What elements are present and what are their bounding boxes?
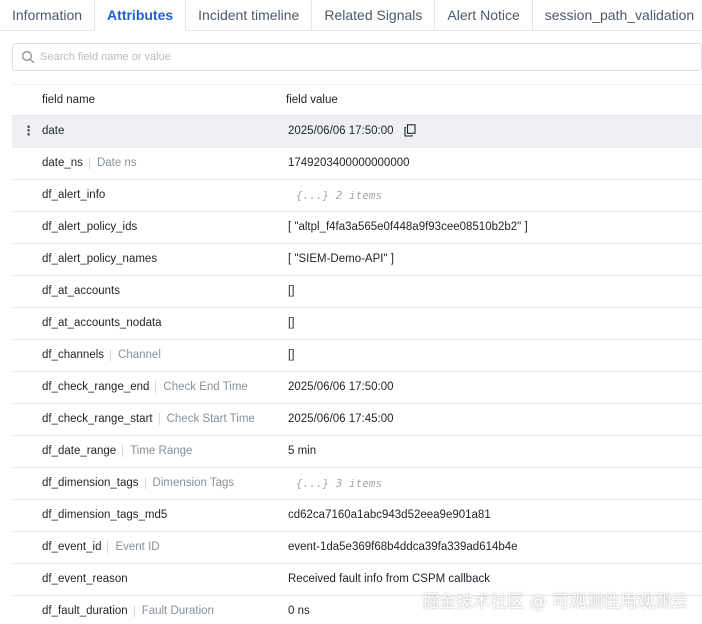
field-name-text: df_dimension_tags_md5 [42, 509, 168, 521]
field-name: date_ns Date ns [42, 157, 137, 169]
table-header: field name field value [12, 84, 702, 116]
tab-alert-notice[interactable]: Alert Notice [435, 0, 533, 31]
column-header-field-value: field value [286, 94, 338, 106]
field-name: df_dimension_tags_md5 [42, 509, 167, 521]
field-name-text: df_dimension_tags [42, 477, 139, 489]
field-value: [] [288, 349, 295, 361]
tab-attributes[interactable]: Attributes [95, 0, 187, 31]
field-alias: Check Start Time [158, 413, 255, 425]
field-name: df_alert_info [42, 189, 105, 201]
table-row[interactable]: df_date_range Time Range 5 min [12, 436, 702, 468]
table-row[interactable]: df_at_accounts_nodata [] [12, 308, 702, 340]
column-header-field-name: field name [42, 94, 96, 106]
field-alias: Channel [110, 349, 161, 361]
field-name: df_dimension_tags Dimension Tags [42, 477, 235, 489]
tab-related-signals[interactable]: Related Signals [312, 0, 436, 31]
tab-incident-timeline[interactable]: Incident timeline [186, 0, 313, 31]
search-input[interactable] [40, 46, 680, 68]
field-name: df_event_reason [42, 573, 128, 585]
table-row[interactable]: df_alert_policy_ids [ "altpl_f4fa3a565e0f… [12, 212, 702, 244]
field-alias: Dimension Tags [144, 477, 235, 489]
field-name: df_alert_policy_names [42, 253, 157, 265]
field-name: df_at_accounts [42, 285, 120, 297]
attributes-table: field name field value ⋮ date 2025/06/06 1… [12, 84, 702, 624]
search-box [12, 43, 702, 71]
table-row[interactable]: df_at_accounts [] [12, 276, 702, 308]
copy-icon[interactable] [404, 124, 416, 137]
field-name: df_at_accounts_nodata [42, 317, 162, 329]
field-value: [ "altpl_f4fa3a565e0f448a9f93cee08510b2b… [288, 221, 528, 233]
table-body: ⋮ date 2025/06/06 17:50:00 date_ns Date ns 17… [12, 116, 702, 624]
table-row[interactable]: df_dimension_tags Dimension Tags {...} 3 i… [12, 468, 702, 500]
more-options-icon[interactable]: ⋮ [22, 124, 35, 138]
field-value: 2025/06/06 17:50:00 [288, 125, 394, 137]
field-value: 2025/06/06 17:45:00 [288, 413, 394, 425]
field-name-text: df_check_range_start [42, 413, 153, 425]
field-value: [] [288, 317, 295, 329]
field-value: [ "SIEM-Demo-API" ] [288, 253, 394, 265]
field-value: [] [288, 285, 295, 297]
field-name-text: df_alert_policy_ids [42, 221, 138, 233]
table-row[interactable]: df_event_id Event ID event-1da5e369f68b4dd… [12, 532, 702, 564]
field-name-text: df_channels [42, 349, 105, 361]
table-row[interactable]: df_check_range_start Check Start Time 2025… [12, 404, 702, 436]
field-value-collapsed[interactable]: {...} 2 items [296, 189, 382, 202]
field-value: 1749203400000000000 [288, 157, 410, 169]
tab-information[interactable]: Information [0, 0, 96, 31]
field-name: df_check_range_start Check Start Time [42, 413, 255, 425]
field-alias: Event ID [107, 541, 160, 553]
field-name-text: df_fault_duration [42, 605, 128, 617]
table-row[interactable]: df_alert_policy_names [ "SIEM-Demo-API" ] [12, 244, 702, 276]
field-value: cd62ca7160a1abc943d52eea9e901a81 [288, 509, 491, 521]
field-name-text: df_event_reason [42, 573, 128, 585]
table-row[interactable]: df_channels Channel [] [12, 340, 702, 372]
field-name: date [42, 125, 64, 137]
field-value: Received fault info from CSPM callback [288, 573, 490, 585]
table-row[interactable]: df_dimension_tags_md5 cd62ca7160a1abc943d… [12, 500, 702, 532]
tab-bar: Information Attributes Incident timeline… [0, 0, 702, 31]
field-name: df_alert_policy_ids [42, 221, 137, 233]
field-alias: Fault Duration [133, 605, 214, 617]
table-row[interactable]: date_ns Date ns 1749203400000000000 [12, 148, 702, 180]
field-name-text: df_check_range_end [42, 381, 150, 393]
field-value: event-1da5e369f68b4ddca39fa339ad614b4e [288, 541, 518, 553]
field-name-text: date_ns [42, 157, 83, 169]
table-row[interactable]: df_alert_info {...} 2 items [12, 180, 702, 212]
table-row[interactable]: ⋮ date 2025/06/06 17:50:00 [12, 116, 702, 148]
field-name: df_fault_duration Fault Duration [42, 605, 214, 617]
field-alias: Check End Time [155, 381, 248, 393]
search-icon [22, 51, 35, 64]
field-value-collapsed[interactable]: {...} 3 items [296, 477, 382, 490]
field-alias: Date ns [88, 157, 137, 169]
field-name: df_event_id Event ID [42, 541, 160, 553]
field-name-text: df_at_accounts [42, 285, 121, 297]
field-name-text: df_date_range [42, 445, 117, 457]
tab-session-path-validation[interactable]: session_path_validation [533, 0, 702, 31]
field-name-text: df_event_id [42, 541, 102, 553]
field-name: df_date_range Time Range [42, 445, 193, 457]
field-value: 5 min [288, 445, 317, 457]
field-value: 2025/06/06 17:50:00 [288, 381, 394, 393]
watermark: 掘金技术社区 @ 可观测性用观测云 [422, 592, 688, 612]
field-value: 0 ns [288, 605, 310, 617]
field-name-text: date [42, 125, 65, 137]
field-alias: Time Range [122, 445, 193, 457]
field-name-text: df_alert_info [42, 189, 106, 201]
table-row[interactable]: df_check_range_end Check End Time 2025/06/… [12, 372, 702, 404]
field-name-text: df_alert_policy_names [42, 253, 158, 265]
field-name: df_check_range_end Check End Time [42, 381, 248, 393]
field-name-text: df_at_accounts_nodata [42, 317, 162, 329]
field-name: df_channels Channel [42, 349, 161, 361]
